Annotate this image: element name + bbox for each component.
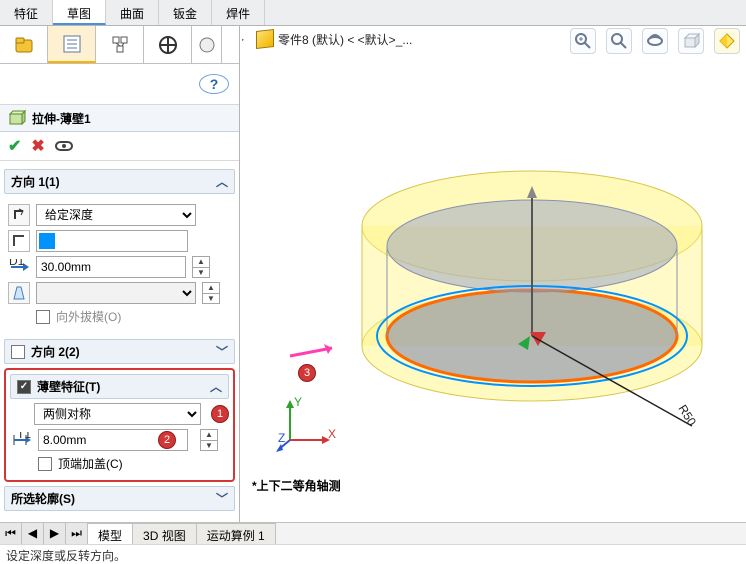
feature-title-bar: 拉伸-薄壁1 — [0, 105, 239, 132]
view-orientation-icon[interactable] — [678, 28, 704, 54]
direction-color-icon[interactable] — [8, 230, 30, 252]
draft-icon[interactable] — [8, 282, 30, 304]
view-orientation-label: *上下二等角轴测 — [252, 477, 341, 494]
section-direction1-title: 方向 1(1) — [11, 173, 60, 190]
draft-select[interactable] — [36, 282, 196, 304]
dimxpert-manager-tab[interactable] — [144, 26, 192, 63]
collapse-icon: ︿ — [210, 378, 222, 395]
feature-title-text: 拉伸-薄壁1 — [32, 110, 91, 127]
thin-type-select[interactable]: 两侧对称 — [34, 403, 201, 425]
thin-feature-checkbox[interactable] — [17, 380, 31, 394]
feature-manager-tab[interactable] — [0, 26, 48, 63]
draft-spinner[interactable]: ▲▼ — [202, 282, 220, 304]
bottom-tab-model[interactable]: 模型 — [88, 523, 133, 544]
draft-outward-checkbox[interactable] — [36, 310, 50, 324]
depth-spinner[interactable]: ▲▼ — [192, 256, 210, 278]
bottom-tab-bar: ⏮ ◀ ▶ ⏭ 模型 3D 视图 运动算例 1 — [0, 522, 746, 544]
tab-scroll-next[interactable]: ▶ — [44, 523, 66, 544]
view-toolbar — [570, 28, 740, 54]
manager-tabs — [0, 26, 239, 64]
ribbon-tab-sketch[interactable]: 草图 — [53, 0, 106, 25]
breadcrumb[interactable]: 零件8 (默认) < <默认>_... — [256, 30, 412, 48]
graphics-viewport[interactable]: ▸ 零件8 (默认) < <默认>_... R50 3 — [242, 26, 746, 522]
cancel-button[interactable]: ✖ — [31, 136, 44, 156]
radius-dimension: R50 — [675, 402, 699, 428]
svg-text:Z: Z — [278, 431, 285, 445]
cap-ends-checkbox[interactable] — [38, 457, 52, 471]
zoom-area-icon[interactable] — [606, 28, 632, 54]
expand-icon: ﹀ — [216, 490, 228, 507]
extrude-icon — [8, 109, 26, 127]
thickness-spinner[interactable]: ▲▼ — [200, 429, 218, 451]
tab-scroll-prev[interactable]: ◀ — [22, 523, 44, 544]
direction2-checkbox[interactable] — [11, 345, 25, 359]
part-icon — [256, 29, 274, 49]
svg-text:Y: Y — [294, 395, 302, 409]
callout-3: 3 — [298, 364, 316, 382]
breadcrumb-label: 零件8 (默认) < <默认>_... — [278, 31, 412, 48]
preview-toggle[interactable] — [55, 141, 73, 151]
svg-text:D1: D1 — [9, 259, 25, 268]
section-thin-header[interactable]: 薄壁特征(T) ︿ — [10, 374, 229, 399]
status-text: 设定深度或反转方向。 — [6, 549, 126, 563]
ok-button[interactable]: ✔ — [8, 136, 21, 156]
section-direction1-body: 给定深度 D1 ▲▼ ▲▼ — [2, 198, 237, 335]
end-condition-select[interactable]: 给定深度 — [36, 204, 196, 226]
direction-vector-box[interactable] — [36, 230, 188, 252]
thin-feature-highlight: 薄壁特征(T) ︿ 两侧对称 1 T1 2 ▲▼ 顶端加盖(C) — [4, 368, 235, 482]
property-manager-tab[interactable] — [48, 26, 96, 63]
bottom-tab-motion[interactable]: 运动算例 1 — [197, 523, 276, 544]
ribbon-tab-features[interactable]: 特征 — [0, 0, 53, 25]
display-manager-tab[interactable] — [192, 26, 222, 63]
model-preview: R50 — [332, 136, 722, 446]
property-manager-panel: ? 拉伸-薄壁1 ✔ ✖ 方向 1(1) ︿ 给定深度 — [0, 26, 240, 522]
ribbon-tab-surfaces[interactable]: 曲面 — [106, 0, 159, 25]
svg-text:T1: T1 — [17, 432, 31, 441]
tab-scroll-first[interactable]: ⏮ — [0, 523, 22, 544]
display-style-icon[interactable] — [714, 28, 740, 54]
section-contours-header[interactable]: 所选轮廓(S) ﹀ — [4, 486, 235, 511]
configuration-manager-tab[interactable] — [96, 26, 144, 63]
ribbon-tab-weldment[interactable]: 焊件 — [212, 0, 265, 25]
color-swatch — [39, 233, 55, 249]
expand-icon: ﹀ — [216, 343, 228, 360]
section-direction2-header[interactable]: 方向 2(2) ﹀ — [4, 339, 235, 364]
thickness-icon: T1 — [10, 429, 32, 451]
section-direction2-title: 方向 2(2) — [31, 343, 80, 360]
status-bar: 设定深度或反转方向。 — [0, 544, 746, 562]
cap-ends-label: 顶端加盖(C) — [58, 455, 123, 472]
callout-1: 1 — [211, 405, 229, 423]
callout-2: 2 — [158, 431, 176, 449]
reverse-direction-icon[interactable] — [8, 204, 30, 226]
feature-action-bar: ✔ ✖ — [0, 132, 239, 161]
collapse-icon: ︿ — [216, 173, 228, 190]
draft-outward-label: 向外拔模(O) — [56, 308, 121, 325]
orientation-triad[interactable]: Y X Z — [278, 392, 338, 452]
tab-scroll-last[interactable]: ⏭ — [66, 523, 88, 544]
ribbon-tab-sheetmetal[interactable]: 钣金 — [159, 0, 212, 25]
section-direction1-header[interactable]: 方向 1(1) ︿ — [4, 169, 235, 194]
depth-input[interactable] — [36, 256, 186, 278]
svg-text:X: X — [328, 427, 336, 441]
help-icon[interactable]: ? — [199, 74, 229, 94]
section-thin-title: 薄壁特征(T) — [37, 378, 100, 395]
bottom-tab-3dview[interactable]: 3D 视图 — [133, 523, 197, 544]
depth-icon: D1 — [8, 256, 30, 278]
zoom-fit-icon[interactable] — [570, 28, 596, 54]
flyout-toggle-icon[interactable]: ▸ — [242, 32, 244, 46]
ribbon: 特征 草图 曲面 钣金 焊件 — [0, 0, 746, 26]
section-view-icon[interactable] — [642, 28, 668, 54]
section-contours-title: 所选轮廓(S) — [11, 490, 75, 507]
annotation-arrow — [288, 344, 344, 360]
